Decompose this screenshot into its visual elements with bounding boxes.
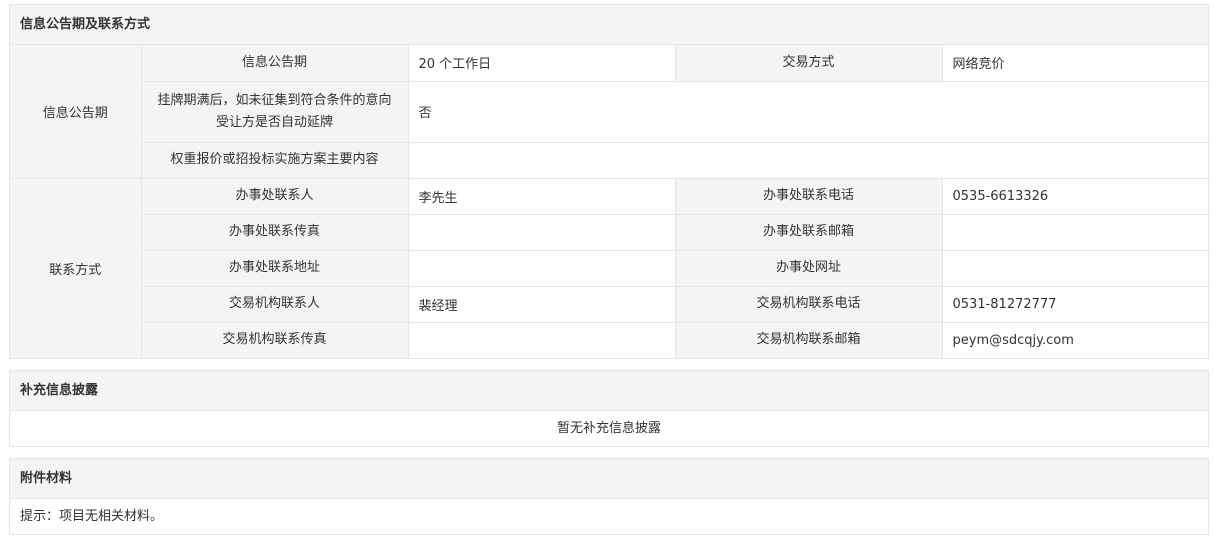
org-email-label: 交易机构联系邮箱 [674,321,943,358]
table-row: 交易机构联系传真 交易机构联系邮箱 peym@sdcqjy.com [10,321,1210,358]
attachment-section: 附件材料 提示：项目无相关材料。 [9,458,1209,535]
office-email-label: 办事处联系邮箱 [674,213,943,251]
attachment-section-title: 附件材料 [10,459,1208,499]
office-phone-label: 办事处联系电话 [674,177,943,215]
table-row: 挂牌期满后，如未征集到符合条件的意向受让方是否自动延牌 否 [10,80,1210,143]
office-website-value [941,249,1210,287]
trade-mode-value: 网络竞价 [941,45,1210,82]
office-phone-value: 0535-6613326 [941,177,1210,215]
info-contact-table: 信息公告期 信息公告期 20 个工作日 交易方式 网络竞价 挂牌期满后，如未征集… [10,45,1210,359]
group-label-announce: 信息公告期 [10,45,142,179]
org-contact-value: 裴经理 [407,285,676,323]
org-phone-label: 交易机构联系电话 [674,285,943,323]
announce-period-label: 信息公告期 [140,45,409,82]
table-row: 权重报价或招投标实施方案主要内容 [10,141,1210,179]
org-phone-value: 0531-81272777 [941,285,1210,323]
table-row: 办事处联系传真 办事处联系邮箱 [10,213,1210,251]
office-email-value [941,213,1210,251]
supplement-section: 补充信息披露 暂无补充信息披露 [9,370,1209,447]
office-contact-value: 李先生 [407,177,676,215]
info-contact-section-title: 信息公告期及联系方式 [10,5,1208,45]
office-contact-label: 办事处联系人 [140,177,409,215]
weighted-plan-label: 权重报价或招投标实施方案主要内容 [141,141,409,179]
office-fax-value [407,213,676,251]
office-address-value [407,249,676,287]
trade-mode-label: 交易方式 [674,45,943,82]
auto-extend-label: 挂牌期满后，如未征集到符合条件的意向受让方是否自动延牌 [141,80,409,143]
supplement-section-title: 补充信息披露 [10,371,1208,411]
org-email-value: peym@sdcqjy.com [941,321,1210,358]
office-address-label: 办事处联系地址 [141,249,409,287]
weighted-plan-value [407,141,1210,179]
supplement-message: 暂无补充信息披露 [556,421,661,436]
attachment-message: 提示：项目无相关材料。 [20,509,164,524]
announce-period-value: 20 个工作日 [407,45,676,82]
table-row: 办事处联系地址 办事处网址 [10,249,1210,287]
table-row: 信息公告期 信息公告期 20 个工作日 交易方式 网络竞价 [10,45,1210,179]
org-contact-label: 交易机构联系人 [141,285,409,323]
group-label-contact: 联系方式 [10,177,142,359]
table-row: 交易机构联系人 裴经理 交易机构联系电话 0531-81272777 [10,285,1210,323]
office-website-label: 办事处网址 [674,249,943,287]
table-row: 联系方式 办事处联系人 李先生 办事处联系电话 0535-6613326 [10,177,1210,359]
info-contact-section: 信息公告期及联系方式 信息公告期 信息公告期 20 个工作日 交易方式 网络竞价… [9,4,1210,359]
office-fax-label: 办事处联系传真 [141,213,409,251]
auto-extend-value: 否 [407,80,1210,143]
org-fax-label: 交易机构联系传真 [141,321,409,358]
org-fax-value [407,321,676,358]
